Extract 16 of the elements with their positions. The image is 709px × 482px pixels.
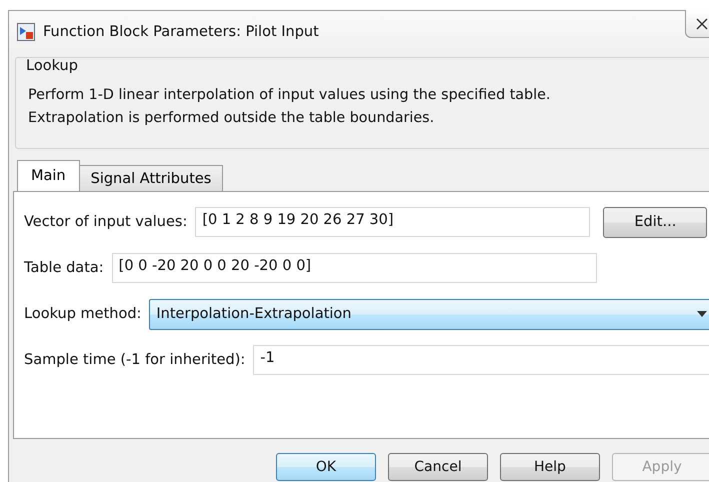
description-text: Perform 1-D linear interpolation of input values using the specified table. Extrapolation is performed outside the table boundaries. <box>28 86 550 128</box>
tab[interactable]: Signal Attributes <box>78 165 224 191</box>
dialog-button[interactable]: OK <box>276 453 376 481</box>
field-label: Lookup method: <box>24 306 142 322</box>
field-label: Vector of input values: <box>24 214 188 230</box>
field-label: Sample time (-1 for inherited): <box>24 352 246 368</box>
tab[interactable]: Main <box>17 160 80 191</box>
dialog-button[interactable]: Cancel <box>388 453 488 481</box>
dialog-button[interactable]: Help <box>500 453 600 481</box>
field-label: Table data: <box>24 260 104 276</box>
dropdown[interactable]: Interpolation-Extrapolation <box>149 298 709 330</box>
window-title: Function Block Parameters: Pilot Input <box>43 24 319 40</box>
input-field[interactable]: [0 0 -20 20 0 0 20 -20 0 0] <box>112 253 597 283</box>
edit-button[interactable]: Edit... <box>603 206 708 238</box>
input-field[interactable]: -1 <box>253 345 709 375</box>
input-field[interactable]: [0 1 2 8 9 19 20 26 27 30] <box>195 207 590 237</box>
